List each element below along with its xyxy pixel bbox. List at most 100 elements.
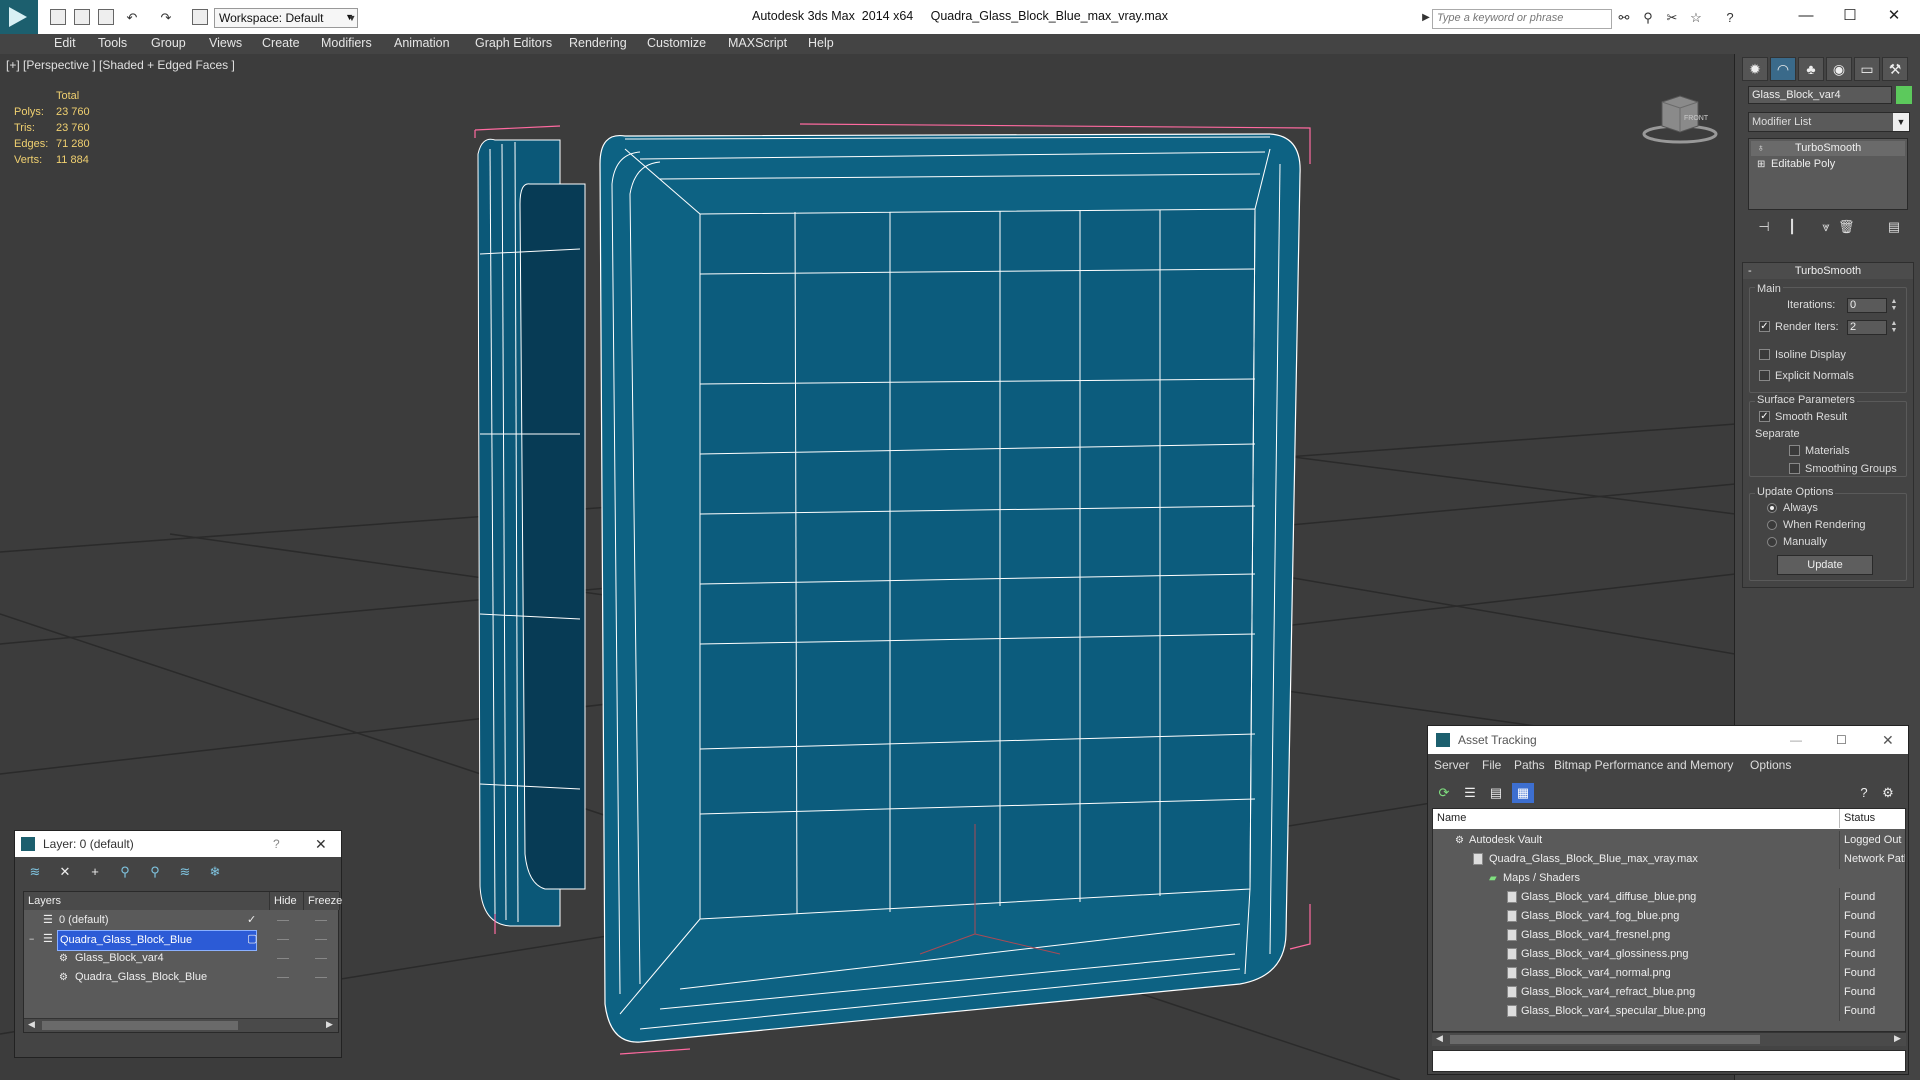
viewcube-icon[interactable]: FRONT	[1640, 88, 1720, 148]
add-to-layer-icon[interactable]: +	[87, 865, 103, 879]
help-icon[interactable]: ?	[1722, 11, 1738, 25]
close-icon[interactable]: ✕	[1874, 4, 1914, 28]
app-logo-icon[interactable]	[0, 0, 38, 34]
freeze-all-layers-icon[interactable]: ❄	[207, 865, 223, 879]
menu-create[interactable]: Create	[262, 36, 300, 50]
subscription-icon[interactable]: ✂	[1664, 11, 1680, 25]
col-hide[interactable]: Hide	[270, 892, 304, 910]
asset-row[interactable]: Glass_Block_var4_fresnel.png Found	[1433, 926, 1905, 945]
minimize-icon[interactable]: —	[1790, 726, 1802, 754]
hide-all-layers-icon[interactable]: ≋	[177, 865, 193, 879]
menu-help[interactable]: Help	[808, 36, 834, 50]
help-icon[interactable]: ?	[1856, 786, 1872, 800]
render-iters-checkbox[interactable]: ✓	[1759, 321, 1770, 332]
maximize-icon[interactable]: ☐	[1836, 726, 1847, 754]
help-icon[interactable]: ?	[273, 831, 280, 857]
create-layer-icon[interactable]: ≋	[27, 865, 43, 879]
menu-options[interactable]: Options	[1750, 758, 1791, 772]
viewport-label[interactable]: [+] [Perspective ] [Shaded + Edged Faces…	[6, 58, 235, 72]
asset-row[interactable]: ⚙ Autodesk Vault Logged Out	[1433, 831, 1905, 850]
layer-window-title[interactable]: Layer: 0 (default) ? ✕	[15, 831, 341, 857]
pin-stack-icon[interactable]: ⊣	[1756, 220, 1772, 234]
table-view-icon[interactable]: ▦	[1512, 783, 1534, 803]
horizontal-scrollbar[interactable]: ◀ ▶	[1432, 1032, 1906, 1046]
chevron-down-icon[interactable]: ▼	[344, 11, 360, 25]
lightbulb-icon[interactable]: ♁	[1757, 141, 1765, 156]
col-name[interactable]: Name	[1437, 809, 1466, 828]
display-tab-icon[interactable]: ▭	[1854, 57, 1880, 81]
hierarchy-tab-icon[interactable]: ♣	[1798, 57, 1824, 81]
favorites-star-icon[interactable]: ☆	[1688, 11, 1704, 25]
workspace-dropdown[interactable]: Workspace: Default ▼	[214, 8, 358, 28]
stack-item-turbosmooth[interactable]: ♁ TurboSmooth	[1751, 141, 1905, 156]
make-unique-icon[interactable]: ⩔	[1818, 220, 1834, 234]
collapse-icon[interactable]: −	[29, 930, 34, 949]
active-layer-check-icon[interactable]: ✓	[247, 911, 256, 930]
rollout-title[interactable]: - TurboSmooth	[1743, 263, 1913, 279]
layer-row[interactable]: ☰ 0 (default) ✓	[25, 911, 339, 930]
asset-table[interactable]: Name Status ⚙ Autodesk Vault Logged Out …	[1432, 808, 1906, 1032]
scroll-left-icon[interactable]: ◀	[1436, 1033, 1443, 1044]
modify-tab-icon[interactable]: ◠	[1770, 57, 1796, 81]
menu-graph-editors[interactable]: Graph Editors	[475, 36, 552, 50]
scrollbar-thumb[interactable]	[1450, 1035, 1760, 1044]
search-input[interactable]: Type a keyword or phrase	[1432, 9, 1612, 29]
configure-sets-icon[interactable]: ▤	[1886, 220, 1902, 234]
select-in-layer-icon[interactable]: ⚲	[117, 865, 133, 879]
open-file-icon[interactable]	[74, 9, 90, 25]
smooth-result-checkbox[interactable]: ✓	[1759, 411, 1770, 422]
menu-bitmap-performance[interactable]: Bitmap Performance and Memory	[1554, 758, 1733, 772]
smoothing-groups-checkbox[interactable]	[1789, 463, 1800, 474]
create-tab-icon[interactable]: ✹	[1742, 57, 1768, 81]
when-rendering-radio[interactable]	[1767, 520, 1777, 530]
menu-group[interactable]: Group	[151, 36, 186, 50]
isoline-checkbox[interactable]	[1759, 349, 1770, 360]
menu-modifiers[interactable]: Modifiers	[321, 36, 372, 50]
scrollbar-thumb[interactable]	[42, 1021, 238, 1030]
scroll-right-icon[interactable]: ▶	[1894, 1033, 1901, 1044]
layer-table[interactable]: Layers Hide Freeze ☰ 0 (default) ✓ − ☰ Q…	[23, 891, 342, 1033]
menu-animation[interactable]: Animation	[394, 36, 450, 50]
delete-layer-icon[interactable]: ✕	[57, 865, 73, 879]
close-icon[interactable]: ✕	[1882, 726, 1894, 754]
binoculars-icon[interactable]: ⚯	[1616, 11, 1632, 25]
stack-item-editable-poly[interactable]: ⊞ Editable Poly	[1751, 157, 1905, 172]
spinner-arrows-icon[interactable]: ▲ ▼	[1889, 320, 1899, 335]
menu-views[interactable]: Views	[209, 36, 242, 50]
modifier-list-dropdown[interactable]: Modifier List ▼	[1748, 112, 1910, 132]
project-folder-icon[interactable]	[192, 9, 208, 25]
utilities-tab-icon[interactable]: ⚒	[1882, 57, 1908, 81]
layer-row[interactable]: ⚙ Quadra_Glass_Block_Blue	[25, 968, 339, 987]
layer-row[interactable]: − ☰ Quadra_Glass_Block_Blue ▢	[25, 930, 339, 951]
list-view-icon[interactable]: ☰	[1462, 786, 1478, 800]
minimize-icon[interactable]: —	[1786, 4, 1826, 28]
always-radio[interactable]	[1767, 503, 1777, 513]
asset-row[interactable]: Glass_Block_var4_diffuse_blue.png Found	[1433, 888, 1905, 907]
details-view-icon[interactable]: ▤	[1488, 786, 1504, 800]
options-icon[interactable]: ⚙	[1880, 786, 1896, 800]
menu-maxscript[interactable]: MAXScript	[728, 36, 787, 50]
scroll-right-icon[interactable]: ▶	[326, 1019, 333, 1030]
motion-tab-icon[interactable]: ◉	[1826, 57, 1852, 81]
iterations-spinner[interactable]: 0	[1847, 298, 1887, 313]
asset-row[interactable]: Glass_Block_var4_specular_blue.png Found	[1433, 1002, 1905, 1021]
menu-customize[interactable]: Customize	[647, 36, 706, 50]
asset-row[interactable]: Glass_Block_var4_fog_blue.png Found	[1433, 907, 1905, 926]
close-icon[interactable]: ✕	[315, 831, 327, 857]
refresh-icon[interactable]: ⟳	[1436, 786, 1452, 800]
asset-path-field[interactable]	[1432, 1050, 1906, 1072]
menu-server[interactable]: Server	[1434, 758, 1469, 772]
remove-modifier-icon[interactable]: 🗑	[1838, 220, 1855, 234]
save-file-icon[interactable]	[98, 9, 114, 25]
col-freeze[interactable]: Freeze	[304, 892, 342, 910]
col-status[interactable]: Status	[1839, 809, 1905, 828]
menu-paths[interactable]: Paths	[1514, 758, 1545, 772]
col-layers[interactable]: Layers	[24, 892, 270, 910]
layer-row[interactable]: ⚙ Glass_Block_var4	[25, 949, 339, 968]
asset-row[interactable]: Glass_Block_var4_glossiness.png Found	[1433, 945, 1905, 964]
highlight-layer-icon[interactable]: ⚲	[147, 865, 163, 879]
spinner-arrows-icon[interactable]: ▲ ▼	[1889, 298, 1899, 313]
menu-tools[interactable]: Tools	[98, 36, 127, 50]
menu-file[interactable]: File	[1482, 758, 1501, 772]
modifier-stack[interactable]: ♁ TurboSmooth ⊞ Editable Poly	[1748, 138, 1908, 210]
